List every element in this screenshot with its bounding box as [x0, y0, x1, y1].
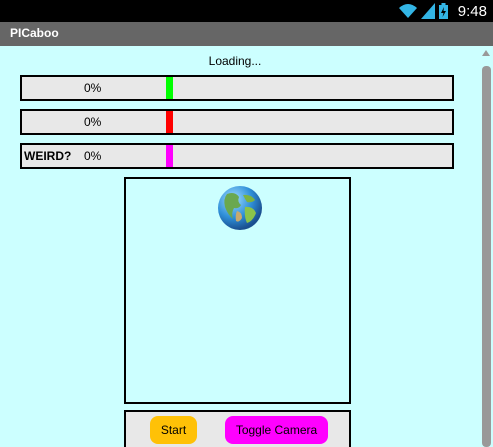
bar-percent: 0%: [84, 81, 102, 95]
loading-text: Loading...: [208, 54, 262, 68]
vertical-scrollbar[interactable]: [480, 46, 493, 447]
scroll-up-arrow-icon[interactable]: [482, 50, 490, 56]
wifi-icon: [398, 4, 417, 18]
title-bar: PICaboo: [0, 22, 493, 46]
bar-percent: 0%: [84, 115, 102, 129]
clock: 9:48: [457, 2, 487, 20]
scroll-thumb[interactable]: [482, 66, 491, 447]
progress-bar-weird: WEIRD? 0%: [20, 143, 454, 169]
progress-bar-green: 0%: [20, 75, 454, 101]
bar-marker-magenta: [166, 145, 173, 167]
status-icons: 9:48: [398, 0, 487, 22]
app-title: PICaboo: [10, 26, 59, 40]
main-content: Loading... 0% 0% WEIRD? 0% Start Toggle …: [0, 46, 493, 447]
battery-charging-icon: [438, 3, 448, 19]
cellular-signal-icon: [420, 3, 435, 19]
bar-marker-red: [166, 111, 173, 133]
start-button[interactable]: Start: [150, 416, 197, 444]
status-bar: 9:48: [0, 0, 493, 22]
progress-bar-red: 0%: [20, 109, 454, 135]
controls-panel: Start Toggle Camera: [124, 410, 351, 447]
toggle-camera-button[interactable]: Toggle Camera: [225, 416, 328, 444]
bar-percent: 0%: [84, 149, 102, 163]
bar-label-weird: WEIRD?: [24, 149, 72, 163]
globe-icon: [218, 186, 262, 230]
bar-marker-green: [166, 77, 173, 99]
camera-viewport[interactable]: [124, 177, 351, 404]
